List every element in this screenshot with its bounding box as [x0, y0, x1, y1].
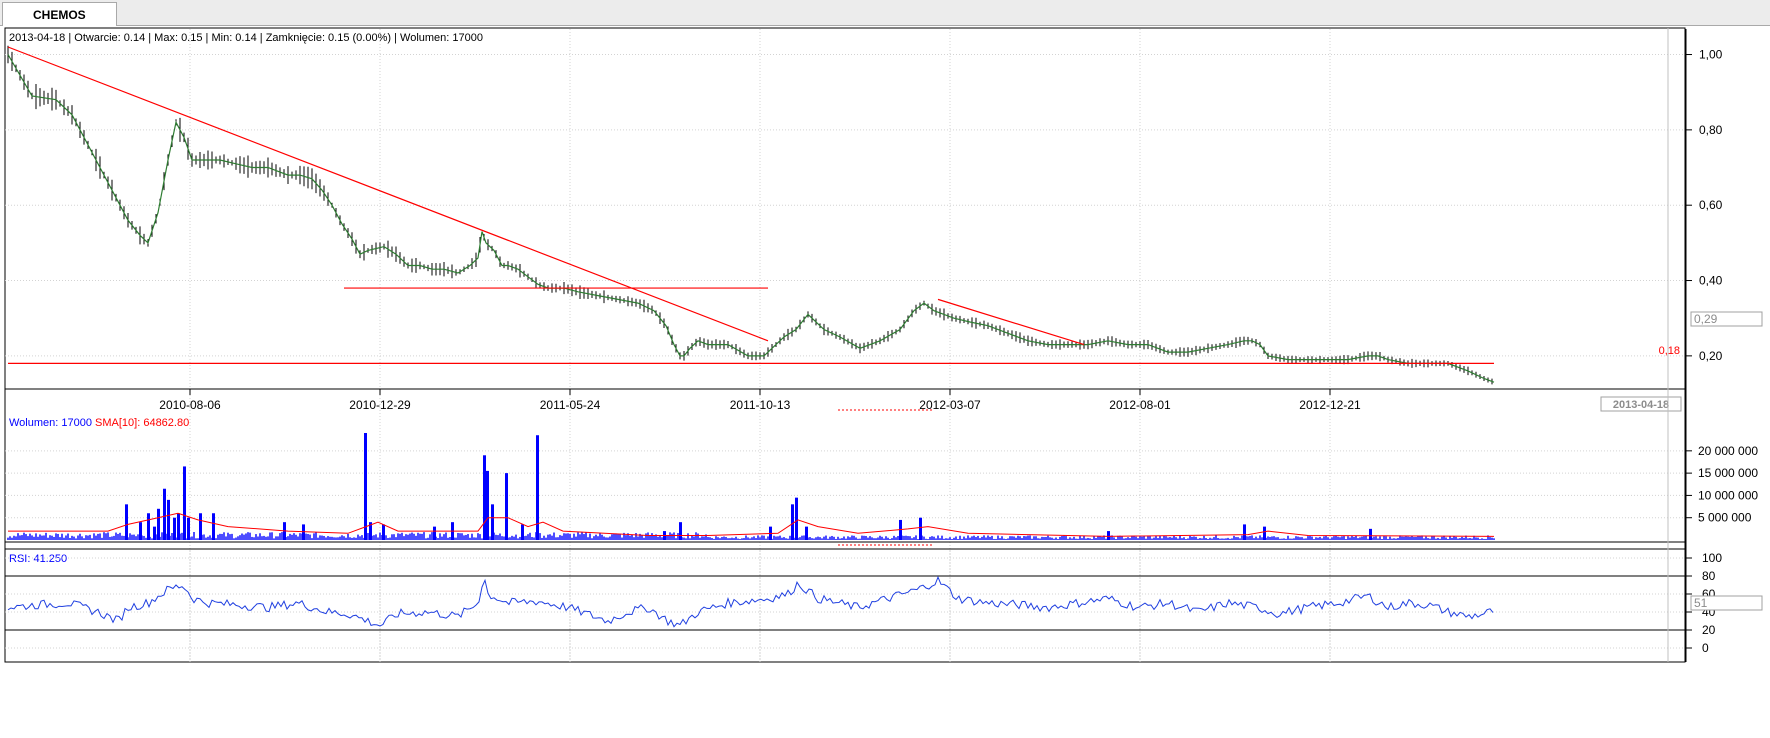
- x-tick-label-5: 2012-08-01: [1109, 398, 1171, 412]
- volume-spike: [163, 488, 166, 540]
- volume-spike: [157, 508, 160, 540]
- vol-y-tick-label-1: 15 000 000: [1698, 466, 1758, 480]
- volume-spike: [173, 517, 176, 540]
- volume-spike: [147, 513, 150, 540]
- volume-spike: [212, 513, 215, 540]
- y-tick-label-2: 0,60: [1699, 198, 1723, 212]
- volume-spike: [1107, 531, 1110, 540]
- volume-spike: [153, 526, 156, 540]
- rsi-y-tick-label-0: 100: [1702, 551, 1722, 565]
- volume-spike: [483, 455, 486, 540]
- volume-spike: [1263, 526, 1266, 540]
- last-date-label: 2013-04-18: [1613, 399, 1669, 411]
- x-tick-label-3: 2011-10-13: [730, 398, 791, 412]
- chart-background: [0, 26, 1770, 738]
- volume-spike: [795, 497, 798, 540]
- volume-spike: [364, 433, 367, 540]
- x-tick-label-1: 2010-12-29: [349, 398, 411, 412]
- rsi-y-tick-label-5: 0: [1702, 641, 1709, 655]
- y-tick-label-3: 0,40: [1699, 274, 1723, 288]
- rsi-current-label: 51: [1694, 596, 1708, 610]
- rsi-label: RSI: 41.250: [9, 553, 67, 565]
- volume-spike: [433, 526, 436, 540]
- volume-spike: [1369, 528, 1372, 540]
- volume-spike: [486, 470, 489, 540]
- volume-spike: [491, 504, 494, 540]
- volume-spike: [177, 513, 180, 540]
- volume-spike: [505, 473, 508, 540]
- volume-spike: [187, 517, 190, 540]
- tab-chemos[interactable]: CHEMOS: [2, 2, 117, 26]
- support-level-label: 0,18: [1659, 345, 1680, 357]
- x-tick-label-0: 2010-08-06: [159, 398, 221, 412]
- volume-spike: [183, 466, 186, 540]
- x-tick-label-2: 2011-05-24: [540, 398, 601, 412]
- tab-bar: CHEMOS: [0, 0, 1770, 26]
- volume-label: Wolumen: 17000 SMA[10]: 64862.80: [9, 417, 189, 429]
- volume-spike: [919, 517, 922, 540]
- volume-spike: [791, 504, 794, 540]
- vol-y-tick-label-3: 5 000 000: [1698, 511, 1752, 525]
- volume-spike: [139, 522, 142, 540]
- current-value-label: 0,29: [1694, 312, 1718, 326]
- x-tick-label-4: 2012-03-07: [919, 398, 981, 412]
- chart-area[interactable]: 2013-04-18 | Otwarcie: 0.14 | Max: 0.15 …: [0, 26, 1770, 738]
- rsi-y-tick-label-1: 80: [1702, 569, 1716, 583]
- y-tick-label-1: 0,80: [1699, 123, 1723, 137]
- volume-spike: [167, 499, 170, 540]
- y-tick-label-0: 1,00: [1699, 48, 1723, 62]
- volume-spike: [382, 524, 385, 540]
- volume-spike: [521, 524, 524, 540]
- volume-spike: [125, 504, 128, 540]
- volume-spike: [805, 526, 808, 540]
- vol-y-tick-label-0: 20 000 000: [1698, 444, 1758, 458]
- volume-spike: [679, 522, 682, 540]
- volume-spike: [1243, 524, 1246, 540]
- y-tick-label-4: 0,20: [1699, 349, 1723, 363]
- rsi-y-tick-label-4: 20: [1702, 623, 1716, 637]
- volume-spike: [199, 513, 202, 540]
- price-info-label: 2013-04-18 | Otwarcie: 0.14 | Max: 0.15 …: [9, 32, 483, 44]
- x-tick-label-6: 2012-12-21: [1299, 398, 1361, 412]
- vol-y-tick-label-2: 10 000 000: [1698, 488, 1758, 502]
